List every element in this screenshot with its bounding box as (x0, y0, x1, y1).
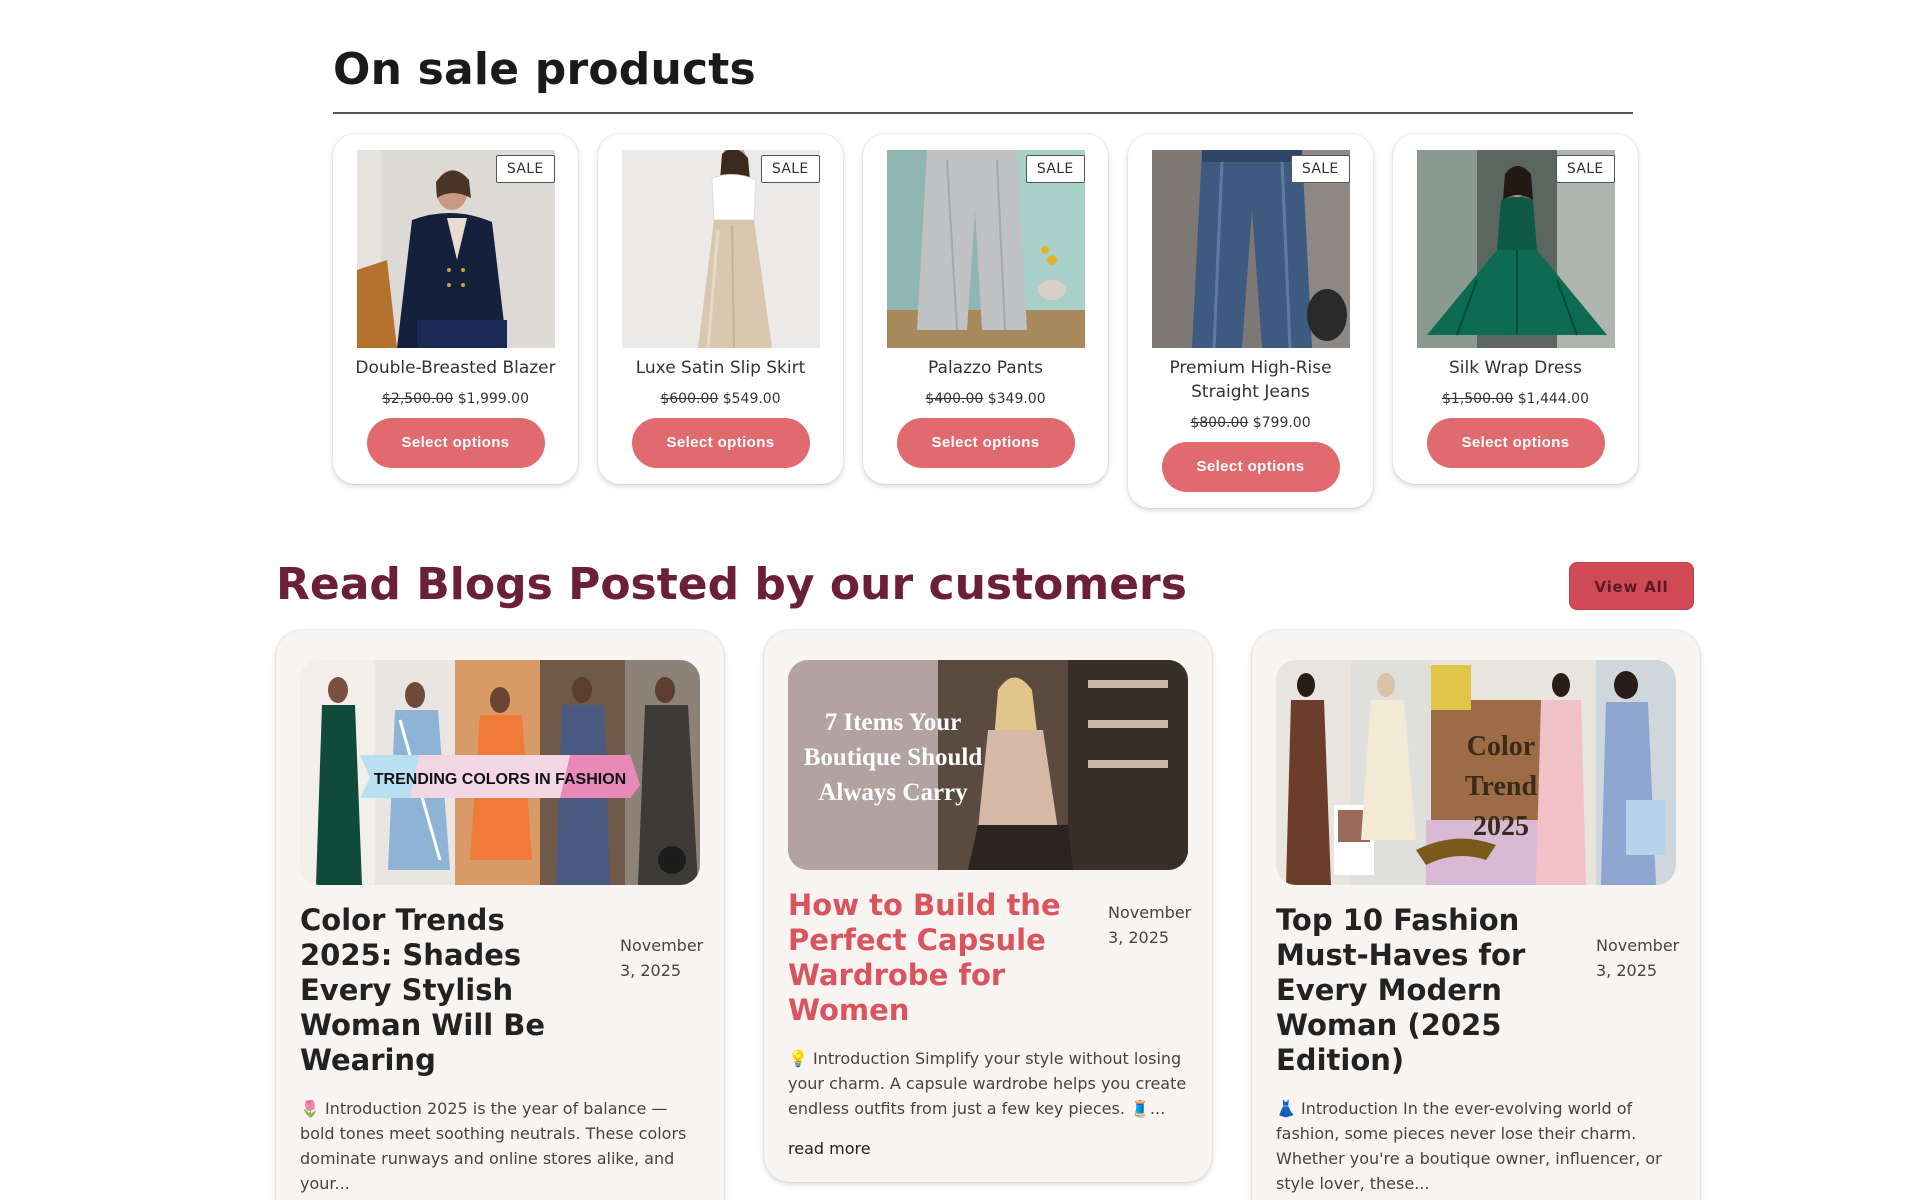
product-image[interactable]: SALE (621, 150, 820, 348)
product-name[interactable]: Palazzo Pants (881, 356, 1090, 380)
new-price: $349.00 (987, 391, 1046, 407)
blog-card[interactable]: Color Trend 2025 Top 10 Fashion Must-Hav… (1252, 630, 1700, 1200)
product-price: $400.00 $349.00 (881, 389, 1090, 409)
cover-caption-2: Boutique Should (804, 744, 983, 771)
product-price: $2,500.00 $1,999.00 (351, 389, 560, 409)
select-options-button[interactable]: Select options (1161, 442, 1340, 492)
product-name[interactable]: Double-Breasted Blazer (351, 356, 560, 380)
product-card[interactable]: SALE Palazzo Pants $400.00 $349.00 Selec… (863, 134, 1108, 484)
select-options-button[interactable]: Select options (1426, 418, 1605, 468)
blog-post-excerpt: 🌷 Introduction 2025 is the year of balan… (300, 1099, 687, 1193)
new-price: $799.00 (1252, 415, 1311, 431)
sale-badge: SALE (1555, 155, 1615, 183)
new-price: $549.00 (722, 391, 781, 407)
old-price: $600.00 (660, 391, 719, 407)
product-image[interactable]: SALE (1416, 150, 1615, 348)
section-title: On sale products (333, 44, 756, 95)
product-name[interactable]: Luxe Satin Slip Skirt (616, 356, 825, 380)
product-image[interactable]: SALE (1151, 150, 1350, 348)
old-price: $400.00 (925, 391, 984, 407)
blog-post-title[interactable]: Top 10 Fashion Must-Haves for Every Mode… (1276, 903, 1582, 1078)
cover-caption-1: 7 Items Your (825, 709, 962, 736)
select-options-button[interactable]: Select options (631, 418, 810, 468)
svg-text:Color: Color (1467, 731, 1535, 762)
blog-meta-row: Color Trends 2025: Shades Every Stylish … (300, 903, 704, 1078)
product-price: $600.00 $549.00 (616, 389, 825, 409)
product-image[interactable]: SALE (886, 150, 1085, 348)
product-price: $800.00 $799.00 (1146, 413, 1355, 433)
cover-caption: TRENDING COLORS IN FASHION (374, 771, 626, 788)
product-card[interactable]: SALE Silk Wrap Dress $1,500.00 $1,444.00… (1393, 134, 1638, 484)
product-image[interactable]: SALE (356, 150, 555, 348)
blog-meta-row: Top 10 Fashion Must-Haves for Every Mode… (1276, 903, 1680, 1078)
sale-badge: SALE (495, 155, 555, 183)
product-price: $1,500.00 $1,444.00 (1411, 389, 1620, 409)
blog-post-excerpt: 💡 Introduction Simplify your style witho… (788, 1049, 1187, 1118)
blog-post-date: November 3, 2025 (620, 936, 704, 980)
select-options-button[interactable]: Select options (366, 418, 545, 468)
blog-post-title[interactable]: How to Build the Perfect Capsule Wardrob… (788, 888, 1094, 1028)
read-more-link[interactable]: read more (788, 1139, 1188, 1158)
blog-section-title: Read Blogs Posted by our customers (276, 559, 1187, 610)
blog-meta-row: How to Build the Perfect Capsule Wardrob… (788, 888, 1192, 1028)
on-sale-section: On sale products SALE Double-Breasted Bl… (333, 40, 1638, 534)
old-price: $2,500.00 (382, 391, 454, 407)
blog-post-date: November 3, 2025 (1108, 903, 1192, 947)
svg-text:2025: 2025 (1473, 811, 1529, 842)
cover-caption-3: Always Carry (818, 779, 968, 806)
svg-text:Trend: Trend (1465, 771, 1538, 802)
old-price: $800.00 (1190, 415, 1249, 431)
blog-card[interactable]: TRENDING COLORS IN FASHION Color Trends … (276, 630, 724, 1200)
new-price: $1,444.00 (1517, 391, 1589, 407)
product-name[interactable]: Premium High-Rise Straight Jeans (1146, 356, 1355, 404)
product-name[interactable]: Silk Wrap Dress (1411, 356, 1620, 380)
blog-post-excerpt: 👗 Introduction In the ever-evolving worl… (1276, 1099, 1662, 1193)
sale-badge: SALE (1290, 155, 1350, 183)
product-card[interactable]: SALE Premium High-Rise Straight Jeans $8… (1128, 134, 1373, 508)
old-price: $1,500.00 (1442, 391, 1514, 407)
select-options-button[interactable]: Select options (896, 418, 1075, 468)
sale-badge: SALE (760, 155, 820, 183)
blog-post-title[interactable]: Color Trends 2025: Shades Every Stylish … (300, 903, 606, 1078)
blog-card[interactable]: 7 Items Your Boutique Should Always Carr… (764, 630, 1212, 1182)
divider (333, 112, 1633, 114)
blog-cover-image[interactable]: TRENDING COLORS IN FASHION (300, 660, 700, 885)
view-all-button[interactable]: View All (1569, 562, 1694, 610)
product-grid: SALE Double-Breasted Blazer $2,500.00 $1… (333, 134, 1638, 534)
sale-badge: SALE (1025, 155, 1085, 183)
blog-cover-image[interactable]: 7 Items Your Boutique Should Always Carr… (788, 660, 1188, 870)
product-card[interactable]: SALE Luxe Satin Slip Skirt $600.00 $549.… (598, 134, 843, 484)
new-price: $1,999.00 (457, 391, 529, 407)
blog-post-date: November 3, 2025 (1596, 936, 1680, 980)
blog-cover-image[interactable]: Color Trend 2025 (1276, 660, 1676, 885)
blog-section-header: Read Blogs Posted by our customers View … (276, 555, 1694, 615)
product-card[interactable]: SALE Double-Breasted Blazer $2,500.00 $1… (333, 134, 578, 484)
